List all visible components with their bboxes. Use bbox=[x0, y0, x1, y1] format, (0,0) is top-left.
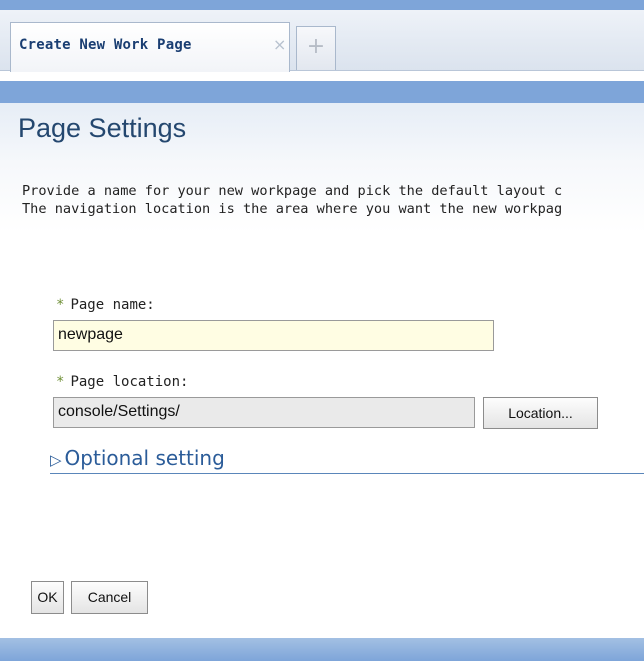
optional-setting-label: Optional setting bbox=[64, 446, 225, 470]
plus-icon: + bbox=[306, 34, 326, 59]
expand-triangle-icon: ▷ bbox=[50, 451, 62, 469]
page-location-input[interactable]: console/Settings/ bbox=[53, 397, 475, 428]
close-icon[interactable]: × bbox=[273, 35, 286, 54]
page-description: Provide a name for your new workpage and… bbox=[22, 182, 644, 218]
tab-label: Create New Work Page bbox=[19, 37, 192, 53]
location-button[interactable]: Location... bbox=[483, 397, 598, 429]
page-name-label-text: Page name: bbox=[70, 297, 155, 313]
page-title: Page Settings bbox=[18, 113, 187, 143]
description-line-2: The navigation location is the area wher… bbox=[22, 201, 563, 217]
bottom-bar bbox=[0, 638, 644, 661]
page-name-label: * Page name: bbox=[56, 297, 155, 313]
tab-create-new-work-page[interactable]: Create New Work Page × bbox=[10, 22, 290, 72]
new-tab-button[interactable]: + bbox=[296, 26, 336, 70]
page-location-label-text: Page location: bbox=[70, 374, 189, 390]
page-content: Page Settings Provide a name for your ne… bbox=[0, 103, 644, 638]
required-icon: * bbox=[56, 297, 65, 313]
page-name-input[interactable]: newpage bbox=[53, 320, 494, 351]
top-strip bbox=[0, 0, 644, 10]
tab-bar: Create New Work Page × + bbox=[0, 10, 644, 72]
required-icon: * bbox=[56, 374, 65, 390]
ok-button[interactable]: OK bbox=[31, 581, 64, 614]
section-divider bbox=[50, 473, 644, 474]
optional-setting-toggle[interactable]: ▷ Optional setting bbox=[50, 446, 225, 470]
description-line-1: Provide a name for your new workpage and… bbox=[22, 183, 563, 199]
page-location-label: * Page location: bbox=[56, 374, 188, 390]
cancel-button[interactable]: Cancel bbox=[71, 581, 148, 614]
toolbar-band bbox=[0, 81, 644, 103]
